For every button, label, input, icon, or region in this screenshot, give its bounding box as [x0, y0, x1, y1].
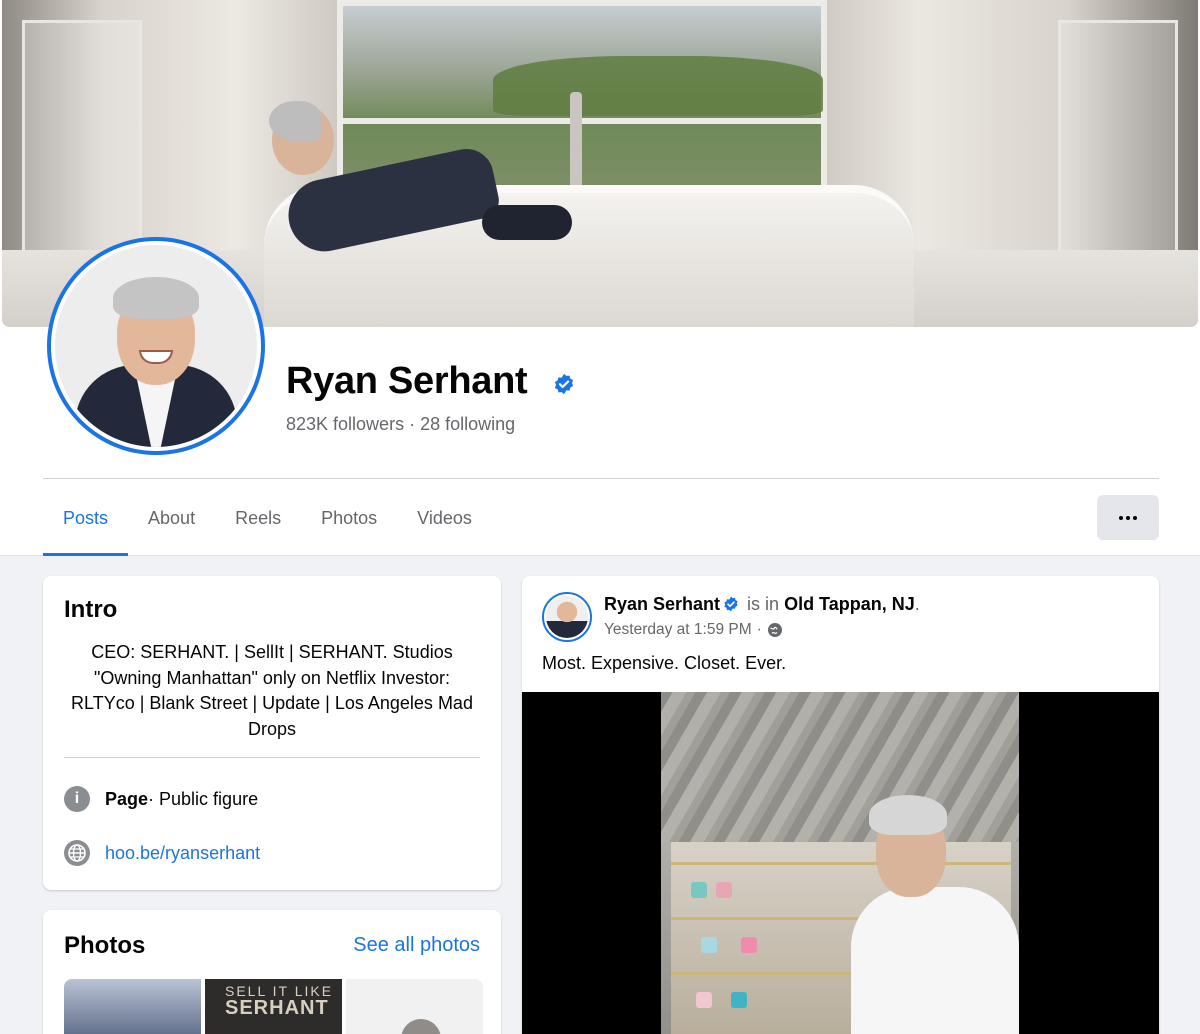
post-timestamp[interactable]: Yesterday at 1:59 PM [604, 621, 752, 639]
profile-avatar-image [55, 245, 257, 447]
post-location[interactable]: Old Tappan, NJ [784, 594, 915, 614]
tab-reels[interactable]: Reels [215, 480, 301, 556]
profile-stats: 823K followers · 28 following [286, 414, 515, 435]
post-is-in: is in [742, 594, 785, 614]
cover-person-hair [269, 101, 321, 141]
video-marble-wall [661, 692, 1019, 842]
tab-videos[interactable]: Videos [397, 480, 492, 556]
intro-website-row: hoo.be/ryanserhant [64, 840, 260, 866]
photo-thumbnail[interactable] [64, 979, 201, 1034]
photo-thumbnail[interactable]: SELL IT LIKE SERHANT [205, 979, 342, 1034]
post-author-avatar[interactable] [542, 592, 592, 642]
verified-badge-icon[interactable] [553, 373, 575, 395]
video-frame [661, 692, 1019, 1034]
photos-card: Photos See all photos SELL IT LIKE SERHA… [43, 910, 501, 1034]
profile-tabs: Posts About Reels Photos Videos [43, 480, 492, 556]
tab-photos[interactable]: Photos [301, 480, 397, 556]
thumbnail-person [401, 1019, 441, 1034]
followers-count[interactable]: 823K followers [286, 414, 404, 434]
globe-icon [767, 623, 782, 637]
website-link[interactable]: hoo.be/ryanserhant [105, 843, 260, 864]
video-person-hair [869, 795, 947, 835]
post-video[interactable] [522, 692, 1159, 1034]
intro-card: Intro CEO: SERHANT. | SellIt | SERHANT. … [43, 576, 501, 890]
verified-badge-icon [724, 596, 738, 612]
intro-bio: CEO: SERHANT. | SellIt | SERHANT. Studio… [71, 642, 473, 739]
photos-title: Photos [64, 932, 146, 959]
profile-name: Ryan Serhant [286, 360, 528, 402]
timestamp-separator: · [756, 621, 762, 638]
tabs-divider [43, 478, 1159, 479]
photo-thumbnails: SELL IT LIKE SERHANT [64, 979, 483, 1034]
more-dots-icon [1119, 515, 1137, 520]
stats-separator: · [409, 414, 416, 434]
see-all-photos-link[interactable]: See all photos [353, 934, 480, 957]
info-icon: i [64, 786, 90, 812]
cover-person-legs [482, 205, 572, 240]
profile-avatar[interactable] [47, 237, 265, 455]
more-options-button[interactable] [1097, 495, 1159, 540]
globe-icon [64, 840, 90, 866]
post-timestamp-row: Yesterday at 1:59 PM · [604, 621, 783, 639]
photo-thumbnail[interactable] [346, 979, 483, 1034]
book-cover-line2: SERHANT [225, 997, 329, 1019]
intro-divider [64, 757, 480, 758]
tab-posts[interactable]: Posts [43, 480, 129, 556]
following-count[interactable]: 28 following [420, 414, 515, 434]
cover-person [269, 101, 577, 259]
intro-page-label: Page [105, 788, 149, 809]
avatar-hair [113, 277, 199, 319]
post-period: . [914, 594, 920, 614]
intro-page-row: i Page · Public figure [64, 786, 258, 812]
tab-about[interactable]: About [128, 480, 215, 556]
post-header: Ryan Serhant is in Old Tappan, NJ. [604, 594, 920, 615]
video-person-shirt [851, 887, 1019, 1034]
post-card: Ryan Serhant is in Old Tappan, NJ. Yeste… [522, 576, 1159, 1034]
intro-title: Intro [64, 596, 118, 623]
profile-avatar-border [51, 241, 261, 451]
intro-page-category: · Public figure [148, 788, 259, 809]
post-author-name[interactable]: Ryan Serhant [604, 594, 720, 614]
post-text: Most. Expensive. Closet. Ever. [542, 653, 787, 673]
